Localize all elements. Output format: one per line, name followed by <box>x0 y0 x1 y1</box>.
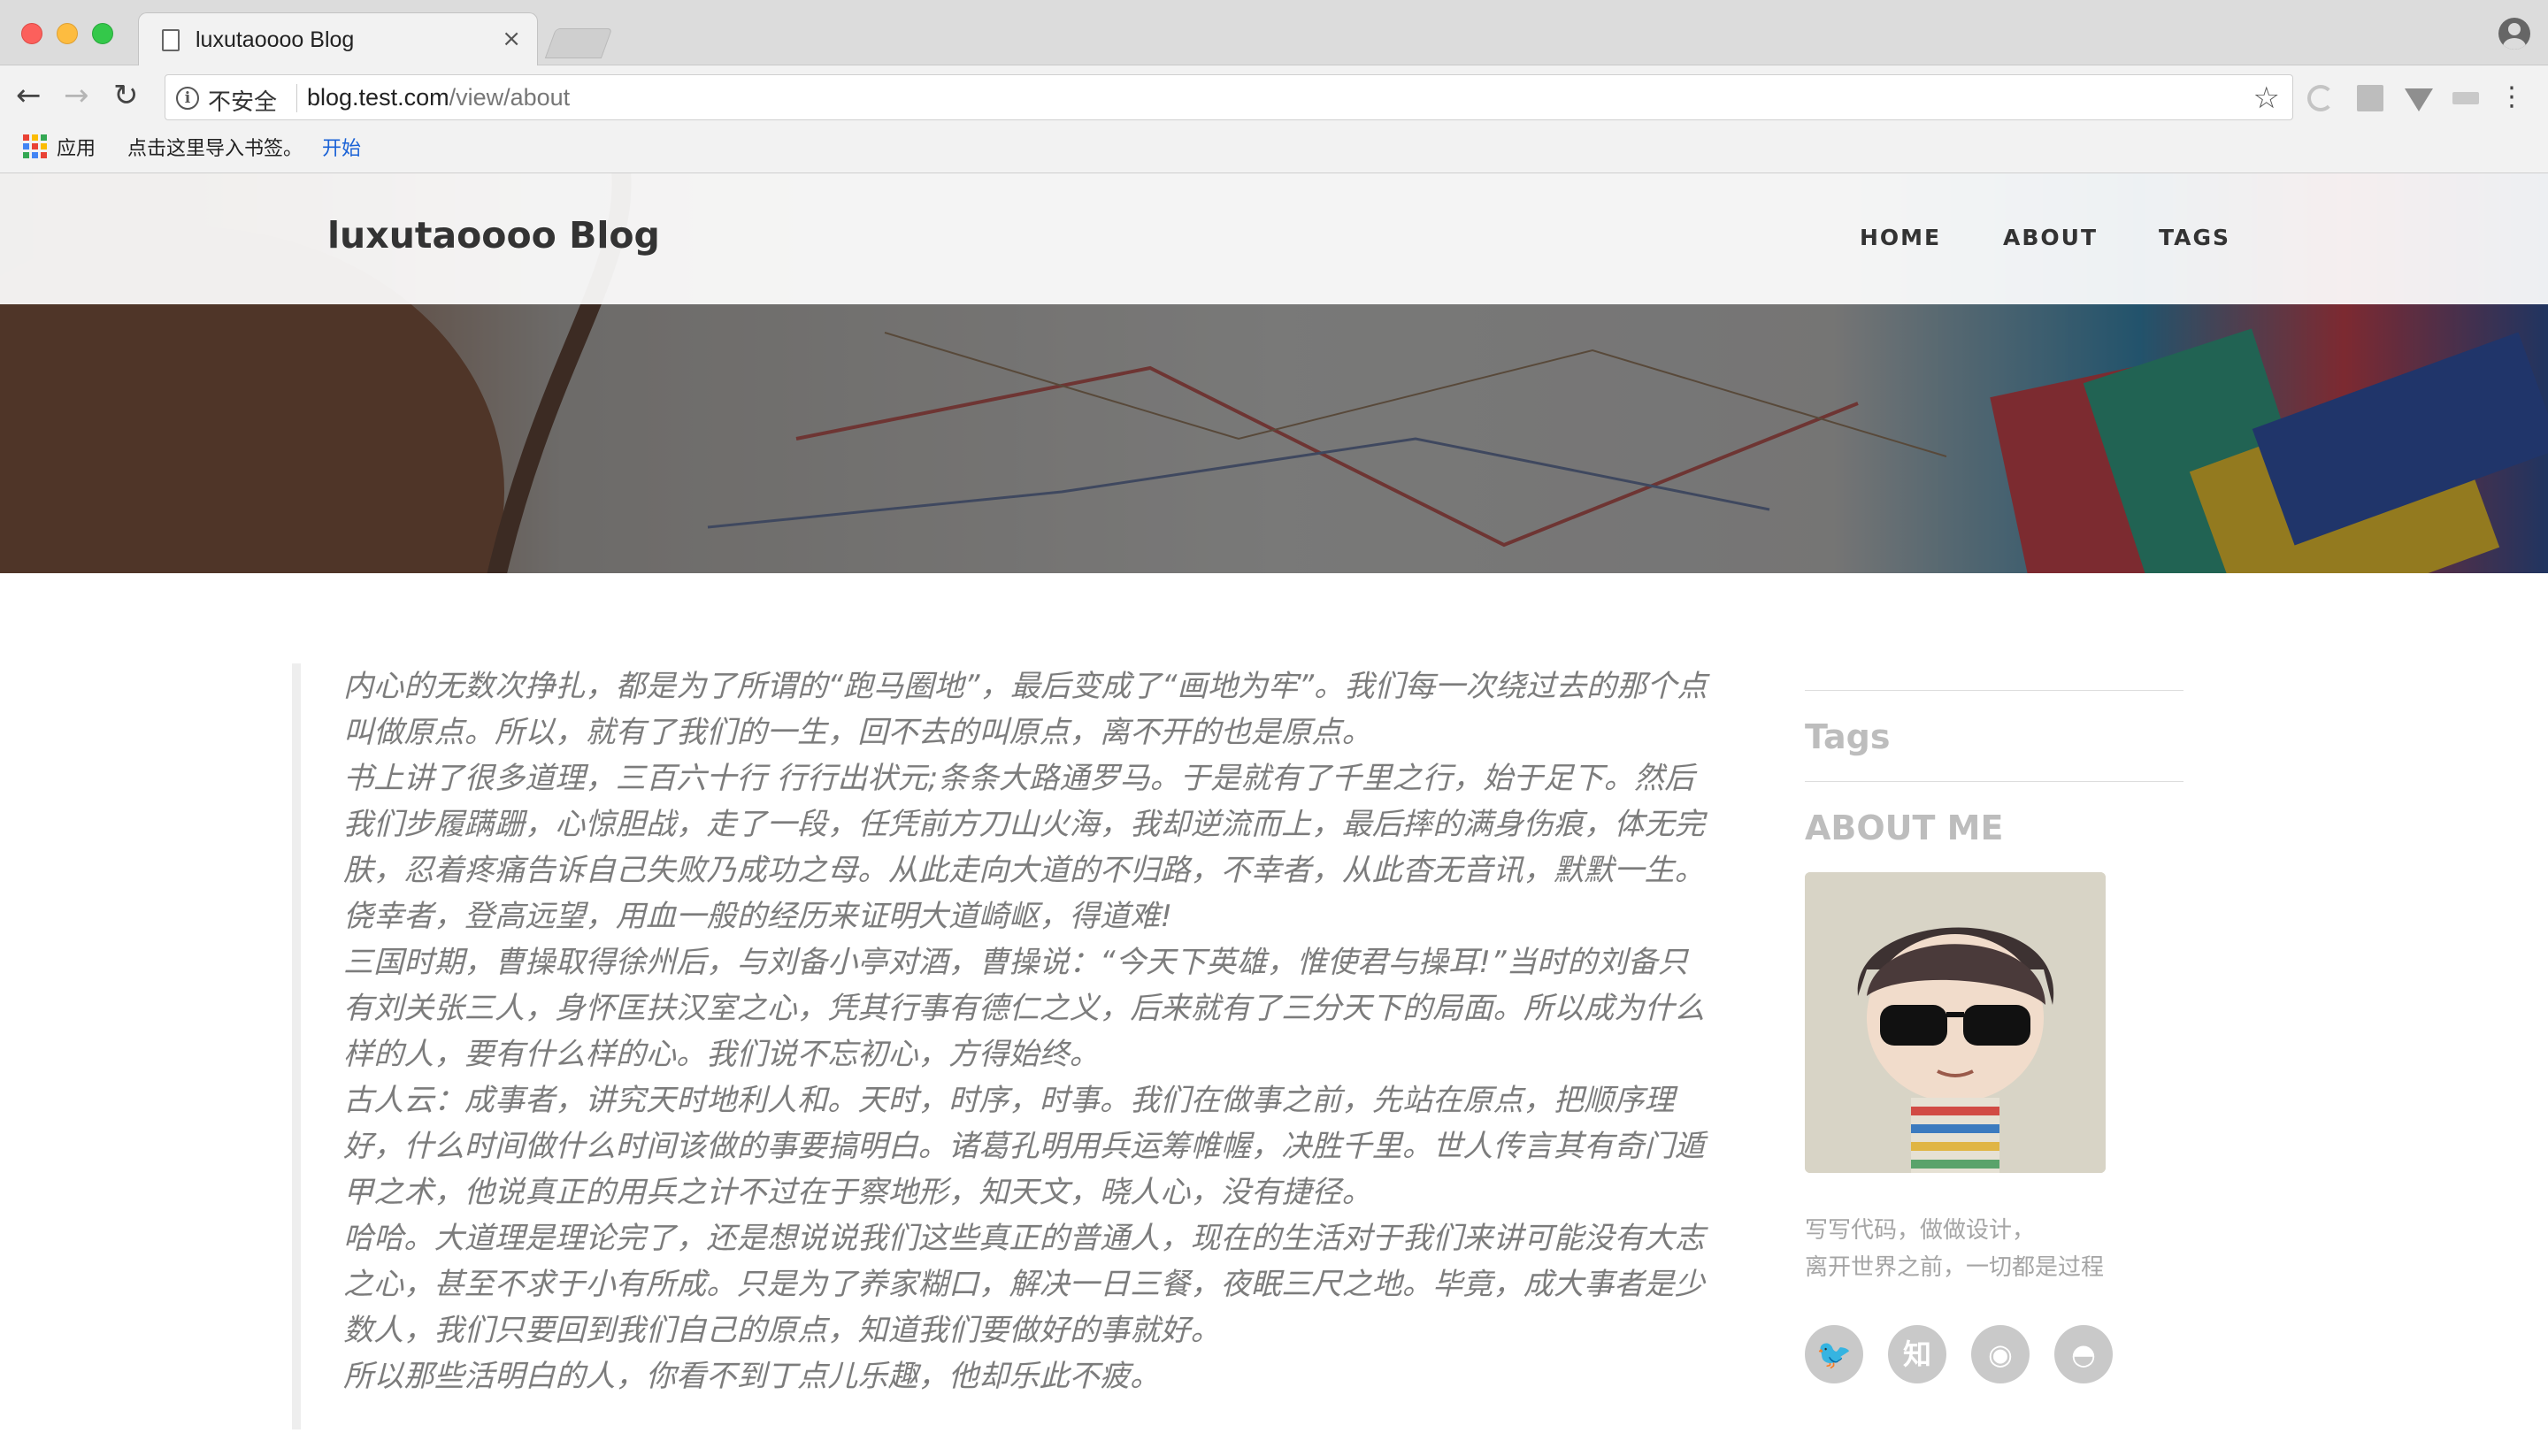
sidebar-about-title: ABOUT ME <box>1805 808 2004 847</box>
quote-paragraph: 书上讲了很多道理，三百六十行 行行出状元;条条大路通罗马。于是就有了千里之行，始… <box>343 761 1705 934</box>
zhihu-icon[interactable]: 知 <box>1888 1325 1946 1383</box>
browser-menu-icon[interactable]: ⋮ <box>2498 81 2525 112</box>
quote-paragraph: 内心的无数次挣扎，都是为了所谓的“跑马圈地”，最后变成了“画地为牢”。我们每一次… <box>343 669 1708 750</box>
page-icon <box>162 29 180 51</box>
bookmark-import-hint[interactable]: 点击这里导入书签。 <box>127 133 303 161</box>
avatar-cartoon-illustration <box>1805 872 2106 1173</box>
header-hero-image: luxutaoooo Blog HOME ABOUT TAGS <box>0 173 2548 573</box>
page-viewport: luxutaoooo Blog HOME ABOUT TAGS 内心的无数次挣扎… <box>0 173 2548 1456</box>
bookmarks-bar: 应用 点击这里导入书签。 开始 <box>0 127 2548 173</box>
about-blockquote: 内心的无数次挣扎，都是为了所谓的“跑马圈地”，最后变成了“画地为牢”。我们每一次… <box>292 663 1708 1429</box>
new-tab-button[interactable] <box>544 28 613 58</box>
extension-xml-icon[interactable] <box>2452 92 2479 104</box>
back-arrow-icon[interactable]: ← <box>16 80 42 111</box>
bookmark-start[interactable]: 开始 <box>322 133 361 161</box>
bookmark-star-icon[interactable]: ☆ <box>2253 80 2280 116</box>
sidebar-description: 写写代码，做做设计， 离开世界之前，一切都是过程 <box>1805 1212 2183 1286</box>
quote-paragraph: 三国时期，曹操取得徐州后，与刘备小亭对酒，曹操说：“今天下英雄，惟使君与操耳!”… <box>343 945 1705 1072</box>
reload-icon[interactable]: ↻ <box>113 80 139 111</box>
tab-close-icon[interactable]: × <box>502 26 521 52</box>
browser-titlebar: luxutaoooo Blog × <box>0 0 2548 67</box>
extension-image-icon[interactable] <box>2357 85 2383 111</box>
quote-paragraph: 古人云：成事者，讲究天时地利人和。天时，时序，时事。我们在做事之前，先站在原点，… <box>343 1083 1705 1210</box>
social-links: 🐦 知 ◉ ◓ <box>1805 1325 2183 1383</box>
browser-tab-active[interactable]: luxutaoooo Blog × <box>138 12 538 67</box>
nav-about[interactable]: ABOUT <box>2003 225 2098 250</box>
sidebar-divider <box>1805 690 2183 691</box>
quote-paragraph: 所以那些活明白的人，你看不到丁点儿乐趣，他却乐此不疲。 <box>343 1359 1161 1394</box>
nav-home[interactable]: HOME <box>1860 225 1941 250</box>
address-divider <box>296 84 297 112</box>
close-window-button[interactable] <box>21 23 42 44</box>
site-brand[interactable]: luxutaoooo Blog <box>327 214 660 257</box>
url-host: blog.test.com <box>307 84 449 111</box>
profile-icon[interactable] <box>2498 18 2530 50</box>
description-line: 离开世界之前，一切都是过程 <box>1805 1254 2105 1281</box>
avatar <box>1805 872 2106 1173</box>
bookmark-apps[interactable]: 应用 <box>57 133 96 161</box>
address-bar[interactable]: i 不安全 blog.test.com/view/about ☆ <box>165 74 2293 120</box>
url-path: /view/about <box>449 84 571 111</box>
sidebar-tags-title: Tags <box>1805 717 1891 756</box>
weibo-icon[interactable]: ◉ <box>1971 1325 2030 1383</box>
sidebar-divider <box>1805 781 2183 782</box>
minimize-window-button[interactable] <box>57 23 78 44</box>
quote-paragraph: 哈哈。大道理是理论完了，还是想说说我们这些真正的普通人，现在的生活对于我们来讲可… <box>343 1221 1705 1348</box>
site-navbar: luxutaoooo Blog HOME ABOUT TAGS <box>0 173 2548 304</box>
security-label[interactable]: 不安全 <box>208 84 277 117</box>
browser-toolbar: ← → ↻ i 不安全 blog.test.com/view/about ☆ ⋮ <box>0 65 2548 127</box>
extension-vue-icon[interactable] <box>2405 88 2433 111</box>
apps-grid-icon[interactable] <box>23 134 47 158</box>
github-icon[interactable]: ◓ <box>2054 1325 2113 1383</box>
nav-tags[interactable]: TAGS <box>2159 225 2230 250</box>
extension-sync-icon[interactable] <box>2307 85 2334 111</box>
tab-title: luxutaoooo Blog <box>196 27 355 52</box>
url-text[interactable]: blog.test.com/view/about <box>307 84 570 111</box>
sidebar: Tags ABOUT ME 写写代码，做做设计， 离开世界之前，一切都是过程 🐦… <box>1805 690 2183 1383</box>
twitter-icon[interactable]: 🐦 <box>1805 1325 1863 1383</box>
forward-arrow-icon[interactable]: → <box>64 80 89 111</box>
maximize-window-button[interactable] <box>92 23 113 44</box>
description-line: 写写代码，做做设计， <box>1805 1217 2036 1244</box>
info-icon[interactable]: i <box>176 87 199 110</box>
